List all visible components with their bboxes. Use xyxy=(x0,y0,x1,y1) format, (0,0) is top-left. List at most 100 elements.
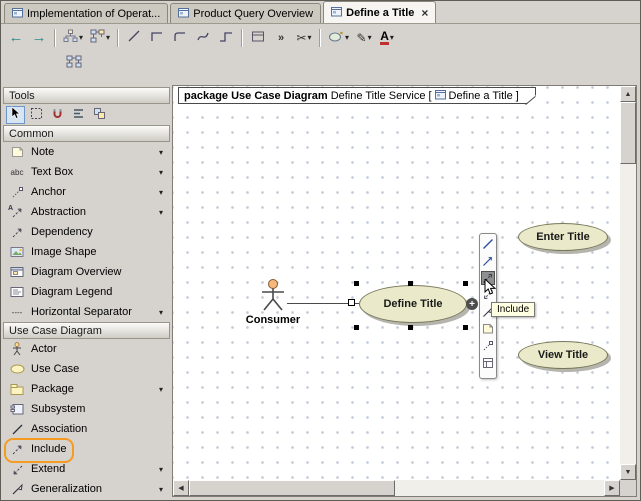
frame-header-diagram-name: Define a Title xyxy=(449,90,513,102)
palette-item-subsystem[interactable]: Subsystem xyxy=(3,399,170,419)
chevron-down-icon[interactable]: ▾ xyxy=(368,33,372,42)
mouse-cursor-icon xyxy=(484,279,497,299)
tab-define-a-title[interactable]: Define a Title × xyxy=(323,1,436,23)
tab-product-query-overview[interactable]: Product Query Overview xyxy=(170,3,321,23)
palette-item-association[interactable]: Association xyxy=(3,419,170,439)
path-curved-button[interactable] xyxy=(192,27,214,49)
font-color-button[interactable]: A ▾ xyxy=(376,27,398,49)
selection-handle[interactable] xyxy=(354,325,359,330)
path-bezier-button[interactable] xyxy=(215,27,237,49)
palette-item-use-case[interactable]: Use Case xyxy=(3,359,170,379)
manipulator-directed-association-button[interactable] xyxy=(481,254,495,268)
selection-tool-button[interactable] xyxy=(6,106,25,124)
path-oblique-button[interactable] xyxy=(123,27,145,49)
palette-section-common[interactable]: Common xyxy=(3,125,170,142)
palette-item-include[interactable]: Include xyxy=(3,439,170,459)
selection-handle[interactable] xyxy=(408,281,413,286)
chevron-down-icon[interactable]: ▾ xyxy=(159,385,170,394)
scroll-right-button[interactable]: ▶ xyxy=(604,480,620,496)
free-selection-tool-button[interactable] xyxy=(27,106,46,124)
palette-section-use-case-diagram[interactable]: Use Case Diagram xyxy=(3,322,170,339)
palette-item-text-box[interactable]: abc Text Box ▾ xyxy=(3,162,170,182)
scroll-left-button[interactable]: ◀ xyxy=(173,480,189,496)
forward-button[interactable]: → xyxy=(28,27,50,49)
rectilinear-path-icon xyxy=(150,29,164,46)
selection-handle[interactable] xyxy=(463,281,468,286)
palette-item-anchor[interactable]: Anchor ▾ xyxy=(3,182,170,202)
selection-handle[interactable] xyxy=(354,281,359,286)
cursor-icon xyxy=(10,106,22,123)
use-case-icon xyxy=(8,364,26,374)
diagram-canvas[interactable]: package Use Case Diagram Define Title Se… xyxy=(173,86,620,480)
chevron-down-icon[interactable]: ▾ xyxy=(159,465,170,474)
chevron-down-icon[interactable]: ▾ xyxy=(159,208,170,217)
manipulator-comment-button[interactable] xyxy=(481,322,495,336)
palette-item-abstraction[interactable]: A Abstraction ▾ xyxy=(3,202,170,222)
use-case-define-title[interactable]: Define Title xyxy=(359,285,467,323)
palette-item-diagram-overview[interactable]: Diagram Overview xyxy=(3,262,170,282)
chevron-down-icon[interactable]: ▾ xyxy=(159,148,170,157)
manipulator-structure-button[interactable] xyxy=(481,356,495,370)
diagram-tab-icon xyxy=(178,7,189,21)
chevron-down-icon[interactable]: ▾ xyxy=(345,33,349,42)
chevron-down-icon[interactable]: ▾ xyxy=(308,33,312,42)
palette-item-generalization[interactable]: Generalization ▾ xyxy=(3,479,170,498)
shape-visibility-button[interactable]: ▾ xyxy=(325,27,352,49)
cut-button[interactable]: ✂ ▾ xyxy=(293,27,315,49)
actor-label[interactable]: Consumer xyxy=(243,314,303,326)
manipulator-association-button[interactable] xyxy=(481,237,495,251)
add-element-button[interactable]: + xyxy=(466,298,478,310)
scroll-up-button[interactable]: ▲ xyxy=(620,86,636,102)
magnet-icon xyxy=(51,107,64,123)
tab-implementation-of-operations[interactable]: Implementation of Operat... xyxy=(4,3,168,23)
chevron-down-icon[interactable]: ▾ xyxy=(106,33,110,42)
palette-item-horizontal-separator[interactable]: ---- Horizontal Separator ▾ xyxy=(3,302,170,322)
palette-item-label: Text Box xyxy=(31,166,73,178)
use-case-enter-title[interactable]: Enter Title xyxy=(518,223,608,251)
vertical-scrollbar[interactable]: ▲ ▼ xyxy=(620,86,636,480)
back-button[interactable]: ← xyxy=(5,27,27,49)
palette-item-label: Horizontal Separator xyxy=(31,306,132,318)
link-endpoint-handle[interactable] xyxy=(348,299,355,306)
manipulator-anchor-button[interactable] xyxy=(481,339,495,353)
palette-item-note[interactable]: Note ▾ xyxy=(3,142,170,162)
palette-item-extend[interactable]: Extend ▾ xyxy=(3,459,170,479)
layout-tree-button[interactable]: ▾ xyxy=(60,27,86,49)
palette-section-tools[interactable]: Tools xyxy=(3,87,170,104)
palette-item-image-shape[interactable]: Image Shape xyxy=(3,242,170,262)
quick-layout-icon xyxy=(90,29,105,46)
horizontal-scrollbar[interactable]: ◀ ▶ xyxy=(173,480,620,496)
vertical-scroll-thumb[interactable] xyxy=(620,102,636,164)
path-rounded-button[interactable] xyxy=(169,27,191,49)
diagram-overview-icon xyxy=(8,266,26,278)
chevron-down-icon[interactable]: ▾ xyxy=(159,308,170,317)
use-case-view-title[interactable]: View Title xyxy=(518,341,608,369)
frame-button[interactable] xyxy=(247,27,269,49)
palette-item-diagram-legend[interactable]: Diagram Legend xyxy=(3,282,170,302)
palette-item-label: Generalization xyxy=(31,483,102,495)
palette-item-dependency[interactable]: Dependency xyxy=(3,222,170,242)
selection-handle[interactable] xyxy=(463,325,468,330)
order-tool-button[interactable] xyxy=(90,106,109,124)
selection-handle[interactable] xyxy=(408,325,413,330)
chevron-down-icon[interactable]: ▾ xyxy=(79,33,83,42)
chevron-down-icon[interactable]: ▾ xyxy=(390,33,394,42)
quick-layout-button[interactable]: ▾ xyxy=(87,27,113,49)
diagram-mini-icon xyxy=(435,89,446,103)
chevron-down-icon[interactable]: ▾ xyxy=(159,485,170,494)
toolbar-overflow-button[interactable]: » xyxy=(270,27,292,49)
actor-consumer[interactable] xyxy=(258,279,288,316)
diagram-frame-header[interactable]: package Use Case Diagram Define Title Se… xyxy=(178,87,536,104)
chevron-down-icon[interactable]: ▾ xyxy=(159,188,170,197)
horizontal-scroll-thumb[interactable] xyxy=(189,480,395,496)
scroll-down-button[interactable]: ▼ xyxy=(620,464,636,480)
tab-close-icon[interactable]: × xyxy=(421,6,428,20)
align-tool-button[interactable] xyxy=(69,106,88,124)
path-rectilinear-button[interactable] xyxy=(146,27,168,49)
chevron-down-icon[interactable]: ▾ xyxy=(159,168,170,177)
draw-style-button[interactable]: ✎ ▾ xyxy=(353,27,375,49)
dependency-matrix-button[interactable] xyxy=(63,52,85,74)
palette-item-package[interactable]: Package ▾ xyxy=(3,379,170,399)
palette-item-actor[interactable]: Actor xyxy=(3,339,170,359)
magnet-tool-button[interactable] xyxy=(48,106,67,124)
